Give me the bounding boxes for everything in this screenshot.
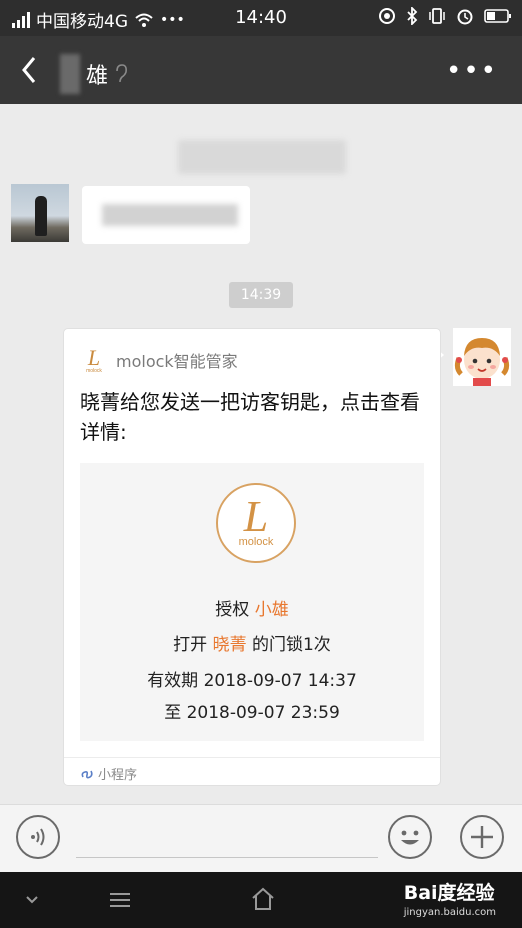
card-footer-label: 小程序 (98, 768, 138, 783)
svg-text:L: L (243, 492, 268, 541)
voice-button[interactable] (16, 815, 60, 859)
open-label: 打开 (173, 635, 208, 655)
smile-icon (401, 830, 419, 845)
vibrate-icon (429, 8, 445, 24)
molock-brand-logo: L molock (216, 483, 296, 563)
chevron-down-icon[interactable] (24, 894, 40, 906)
voice-icon (31, 828, 45, 846)
open-line: 打开 晓菁 的门锁1次 (80, 630, 424, 655)
auth-line: 授权 小雄 (80, 595, 424, 620)
watermark-brand: Bai度经验 (403, 882, 495, 904)
mini-program-card[interactable]: L molock molock智能管家 晓菁给您发送一把访客钥匙，点击查看详情:… (63, 328, 441, 786)
chat-title-text: 雄 (86, 64, 109, 89)
svg-text:molock: molock (86, 368, 102, 373)
menu-icon[interactable] (108, 890, 132, 910)
bluetooth-icon (407, 7, 418, 25)
molock-logo-icon: L molock (86, 347, 102, 373)
alarm-icon (457, 9, 473, 25)
back-icon[interactable] (16, 54, 44, 86)
svg-text:L: L (87, 347, 100, 370)
card-preview[interactable]: L molock 授权 小雄 打开 晓菁 的门锁1次 有效期 2018-09-0… (80, 463, 424, 741)
battery-icon (484, 9, 511, 23)
mini-program-icon (81, 770, 93, 778)
chat-header: 雄 ••• (0, 36, 522, 104)
more-actions-button[interactable] (460, 815, 504, 859)
valid-until: 至 2018-09-07 23:59 (164, 703, 340, 723)
chat-title: 雄 (60, 54, 128, 94)
card-footer: 小程序 (64, 757, 440, 786)
location-icon (379, 8, 395, 24)
avatar-self[interactable] (453, 328, 511, 386)
status-bar: 中国移动4G ••• 14:40 (0, 0, 522, 36)
auth-label: 授权 (215, 600, 250, 620)
message-time: 14:39 (229, 282, 293, 308)
message-input[interactable] (76, 857, 378, 858)
redacted-name (60, 54, 80, 94)
redacted-timestamp (178, 140, 346, 174)
open-owner: 晓菁 (212, 635, 247, 655)
avatar[interactable] (11, 184, 69, 242)
open-suffix: 的门锁1次 (251, 635, 331, 655)
card-message: 晓菁给您发送一把访客钥匙，点击查看详情: (80, 390, 420, 444)
cartoon-girl-avatar-icon (453, 328, 511, 386)
ear-icon (116, 64, 127, 83)
auth-name: 小雄 (254, 600, 289, 620)
message-list[interactable]: 14:39 L molock molock智能管家 晓菁给您发送一把访客钥匙，点… (0, 104, 522, 804)
home-icon[interactable] (250, 886, 276, 912)
watermark-url: jingyan.baidu.com (403, 907, 496, 918)
svg-text:molock: molock (239, 536, 274, 548)
card-app-name: molock智能管家 (116, 352, 238, 371)
message-bubble-redacted[interactable] (82, 186, 250, 244)
valid-from: 有效期 2018-09-07 14:37 (147, 671, 357, 691)
chat-more-button[interactable]: ••• (446, 56, 498, 86)
input-bar (0, 804, 522, 873)
emoji-button[interactable] (388, 815, 432, 859)
system-nav-bar: Bai度经验 jingyan.baidu.com (0, 872, 522, 928)
baidu-watermark: Bai度经验 jingyan.baidu.com (404, 878, 496, 918)
plus-icon (471, 826, 493, 848)
